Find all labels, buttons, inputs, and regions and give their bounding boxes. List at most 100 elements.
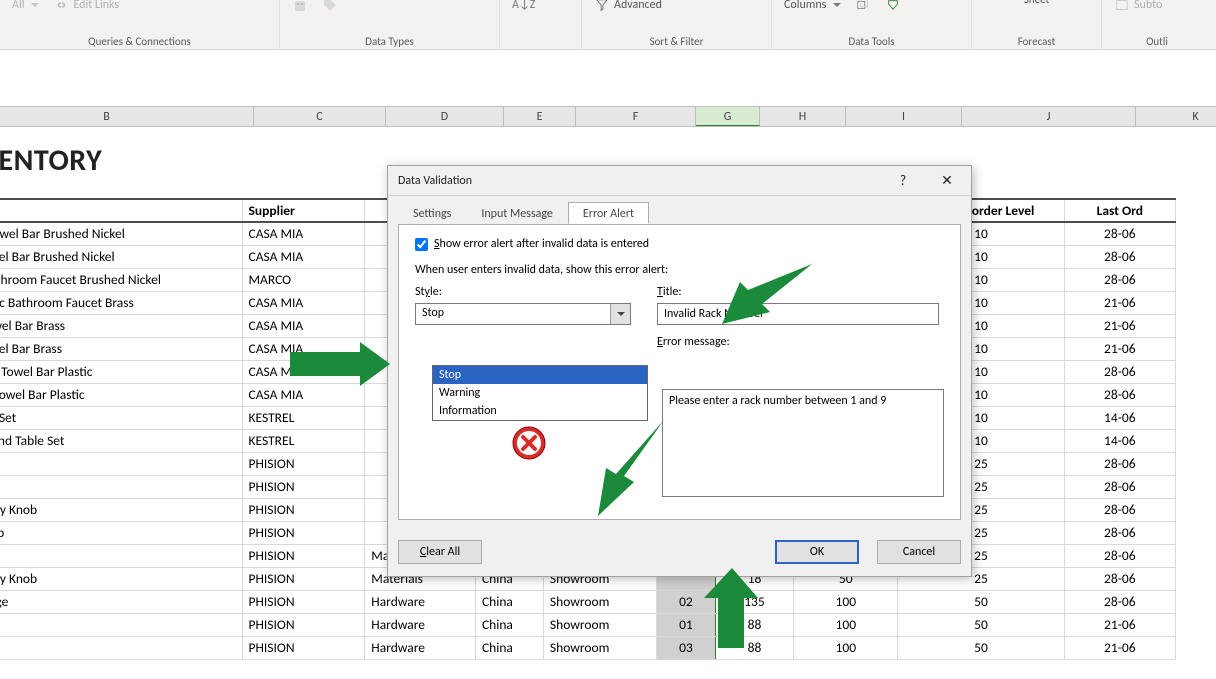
text-to-columns-button[interactable]: Columns xyxy=(784,0,841,12)
cell-name[interactable]: ow Arc Bathroom Faucet Brass xyxy=(0,291,242,314)
th-lastorder[interactable]: Last Ord xyxy=(1064,199,1175,222)
sort-button[interactable]: A↓Z xyxy=(512,0,535,12)
advanced-filter-button[interactable]: Advanced xyxy=(594,0,662,13)
cell-name[interactable]: 4" Bathroom Faucet Brushed Nickel xyxy=(0,268,242,291)
cell-lastorder[interactable]: 28-06 xyxy=(1064,590,1175,613)
cell-name[interactable]: y Knob xyxy=(0,521,242,544)
cell-lastorder[interactable]: 21-06 xyxy=(1064,291,1175,314)
th-name[interactable] xyxy=(0,199,242,222)
cell-supplier[interactable]: PHISION xyxy=(242,567,365,590)
refresh-all-button[interactable]: All xyxy=(12,0,39,12)
style-option-stop[interactable]: Stop xyxy=(433,366,647,384)
close-button[interactable]: ✕ xyxy=(925,167,969,195)
cell-i[interactable]: 100 xyxy=(794,590,898,613)
cell-lastorder[interactable]: 14-06 xyxy=(1064,406,1175,429)
col-D[interactable]: D xyxy=(386,107,504,126)
clear-all-button[interactable]: CClear Alllear All xyxy=(398,540,482,564)
cell-name[interactable]: le Towel Bar Brass xyxy=(0,314,242,337)
cell-location[interactable]: Showroom xyxy=(543,613,656,636)
cell-name[interactable]: Privacy Knob xyxy=(0,567,242,590)
error-message-textarea[interactable] xyxy=(662,389,944,497)
data-validation-button[interactable] xyxy=(885,0,901,13)
help-button[interactable]: ? xyxy=(881,167,925,195)
cell-name[interactable]: ob xyxy=(0,475,242,498)
col-K[interactable]: K xyxy=(1136,107,1216,126)
col-E[interactable]: E xyxy=(504,107,576,126)
cell-location[interactable]: Showroom xyxy=(543,590,656,613)
cell-reorder[interactable]: 50 xyxy=(898,590,1064,613)
cell-supplier[interactable]: KESTREL xyxy=(242,429,365,452)
col-B[interactable]: B xyxy=(0,107,254,126)
cell-lastorder[interactable]: 28-06 xyxy=(1064,383,1175,406)
cell-lastorder[interactable]: 21-06 xyxy=(1064,314,1175,337)
show-error-alert-checkbox[interactable] xyxy=(415,238,428,251)
col-G[interactable]: G xyxy=(696,107,760,126)
cell-lastorder[interactable]: 14-06 xyxy=(1064,429,1175,452)
cell-category[interactable]: Hardware xyxy=(365,636,476,659)
cell-lastorder[interactable]: 28-06 xyxy=(1064,521,1175,544)
th-supplier[interactable]: Supplier xyxy=(242,199,365,222)
data-types-chip-1[interactable] xyxy=(292,0,308,13)
col-J[interactable]: J xyxy=(962,107,1136,126)
cell-supplier[interactable]: PHISION xyxy=(242,521,365,544)
col-C[interactable]: C xyxy=(254,107,386,126)
table-row[interactable]: HingePHISIONHardwareChinaShowroom0188100… xyxy=(0,613,1176,636)
dialog-titlebar[interactable]: Data Validation ? ✕ xyxy=(388,166,971,196)
table-row[interactable]: HingePHISIONHardwareChinaShowroom0388100… xyxy=(0,636,1176,659)
cell-lastorder[interactable]: 21-06 xyxy=(1064,636,1175,659)
cell-supplier[interactable]: PHISION xyxy=(242,498,365,521)
cell-supplier[interactable]: PHISION xyxy=(242,452,365,475)
cell-supplier[interactable]: MARCO xyxy=(242,268,365,291)
cell-name[interactable]: Privacy Knob xyxy=(0,498,242,521)
edit-links-button[interactable]: Edit Links xyxy=(53,0,119,13)
cell-supplier[interactable]: CASA MIA xyxy=(242,291,365,314)
cell-name[interactable]: Hinge xyxy=(0,613,242,636)
cell-lastorder[interactable]: 21-06 xyxy=(1064,337,1175,360)
tab-input-message[interactable]: Input Message xyxy=(466,202,568,224)
cell-i[interactable]: 100 xyxy=(794,636,898,659)
cell-supplier[interactable]: CASA MIA xyxy=(242,222,365,245)
cell-category[interactable]: Hardware xyxy=(365,613,476,636)
cell-name[interactable]: ouble Towel Bar Plastic xyxy=(0,360,242,383)
cell-reorder[interactable]: 50 xyxy=(898,636,1064,659)
col-F[interactable]: F xyxy=(576,107,696,126)
cell-supplier[interactable]: KESTREL xyxy=(242,406,365,429)
data-types-chip-2[interactable] xyxy=(322,0,338,13)
cell-supplier[interactable]: PHISION xyxy=(242,544,365,567)
cell-name[interactable]: ngle Towel Bar Plastic xyxy=(0,383,242,406)
cell-lastorder[interactable]: 28-06 xyxy=(1064,452,1175,475)
cell-name[interactable]: Hinge xyxy=(0,636,242,659)
cell-country[interactable]: China xyxy=(475,636,543,659)
subtotal-button[interactable]: Subto xyxy=(1114,0,1162,13)
tab-settings[interactable]: Settings xyxy=(398,202,466,224)
ok-button[interactable]: OK xyxy=(775,540,859,564)
table-row[interactable]: e HingePHISIONHardwareChinaShowroom02135… xyxy=(0,590,1176,613)
style-select[interactable]: Stop xyxy=(415,303,631,325)
cell-country[interactable]: China xyxy=(475,613,543,636)
cell-supplier[interactable]: CASA MIA xyxy=(242,245,365,268)
cell-i[interactable]: 100 xyxy=(794,613,898,636)
cell-reorder[interactable]: 50 xyxy=(898,613,1064,636)
cell-supplier[interactable]: CASA MIA xyxy=(242,314,365,337)
col-I[interactable]: I xyxy=(846,107,962,126)
cell-name[interactable]: nob xyxy=(0,544,242,567)
cell-name[interactable]: e Towel Bar Brass xyxy=(0,337,242,360)
cell-lastorder[interactable]: 28-06 xyxy=(1064,475,1175,498)
cell-lastorder[interactable]: 28-06 xyxy=(1064,222,1175,245)
cell-name[interactable]: e Towel Bar Brushed Nickel xyxy=(0,245,242,268)
forecast-sheet-button[interactable]: Sheet xyxy=(1024,0,1049,6)
cell-lastorder[interactable]: 28-06 xyxy=(1064,544,1175,567)
cell-location[interactable]: Showroom xyxy=(543,636,656,659)
cell-supplier[interactable]: PHISION xyxy=(242,636,365,659)
cell-country[interactable]: China xyxy=(475,590,543,613)
cell-lastorder[interactable]: 28-06 xyxy=(1064,245,1175,268)
col-H[interactable]: H xyxy=(760,107,846,126)
tab-error-alert[interactable]: Error Alert xyxy=(568,202,649,224)
cell-name[interactable]: Knob xyxy=(0,452,242,475)
cell-supplier[interactable]: PHISION xyxy=(242,590,365,613)
cell-supplier[interactable]: PHISION xyxy=(242,613,365,636)
cell-lastorder[interactable]: 28-06 xyxy=(1064,360,1175,383)
style-option-information[interactable]: Information xyxy=(433,402,647,420)
cell-lastorder[interactable]: 28-06 xyxy=(1064,498,1175,521)
cell-name[interactable]: e Hinge xyxy=(0,590,242,613)
